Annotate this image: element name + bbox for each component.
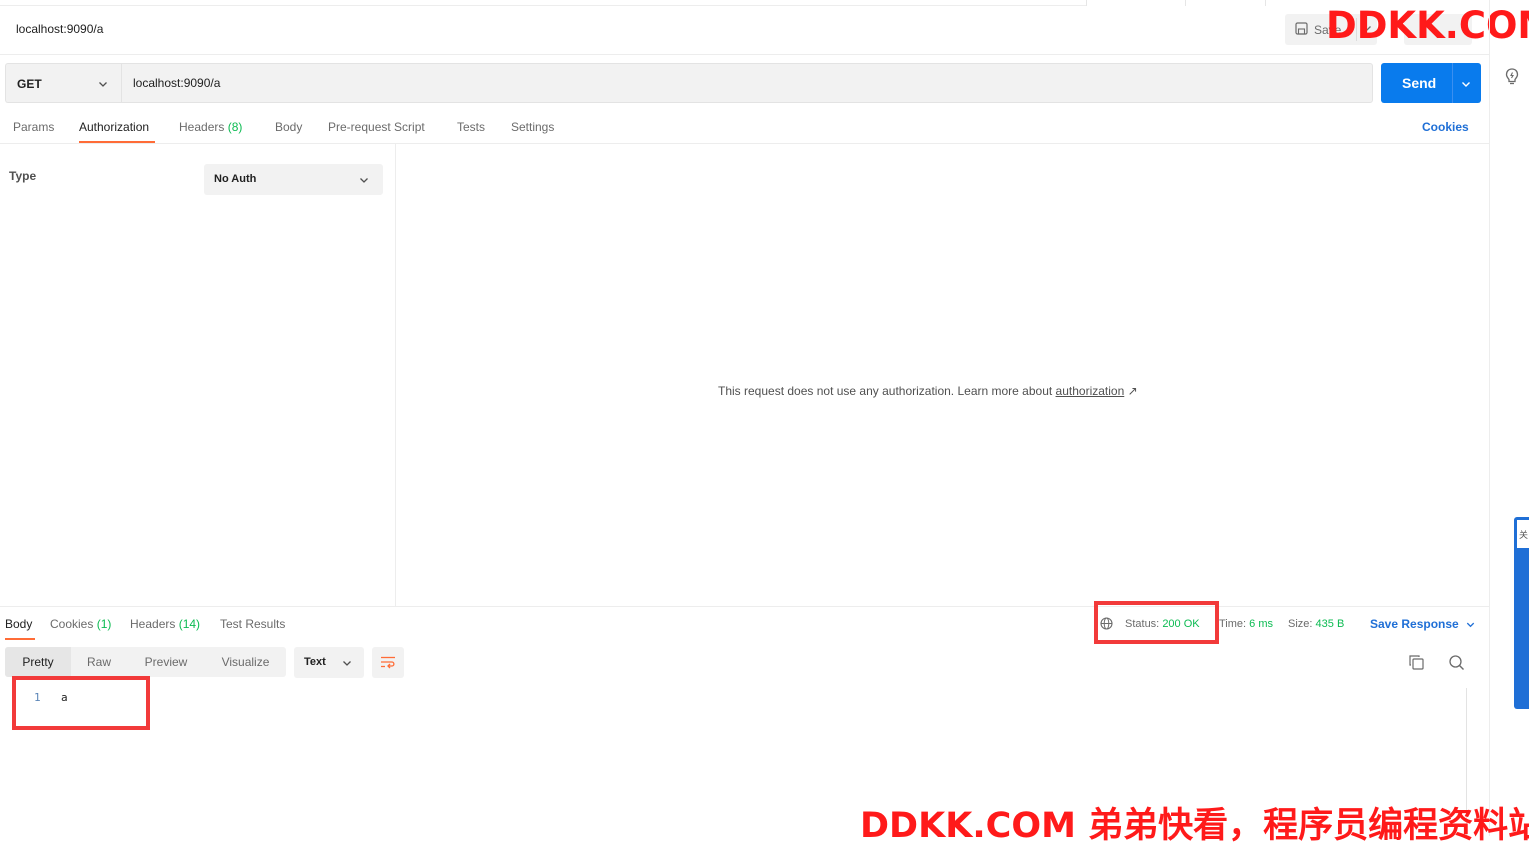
- method-select[interactable]: GET: [5, 63, 121, 103]
- tab-settings[interactable]: Settings: [511, 120, 554, 134]
- response-size[interactable]: Size: 435 B: [1288, 618, 1344, 630]
- status-highlight-box: [1094, 601, 1219, 644]
- tab-params[interactable]: Params: [13, 120, 54, 134]
- tab-tests[interactable]: Tests: [457, 120, 485, 134]
- auth-type-select[interactable]: No Auth: [204, 164, 383, 195]
- response-tab-cookies[interactable]: Cookies (1): [50, 617, 111, 631]
- save-response-label: Save Response: [1370, 617, 1459, 631]
- response-tabs: Body Cookies (1) Headers (14) Test Resul…: [0, 606, 1489, 640]
- tab-pre-request-script[interactable]: Pre-request Script: [328, 120, 425, 134]
- tab-body[interactable]: Body: [275, 120, 302, 134]
- response-format-tabs: Pretty Raw Preview Visualize: [5, 647, 286, 677]
- chevron-down-icon[interactable]: [1460, 77, 1472, 95]
- save-response-button[interactable]: Save Response: [1370, 617, 1476, 631]
- time-value: 6 ms: [1249, 618, 1273, 630]
- footer-watermark: DDKK.COM 弟弟快看，程序员编程资料站: [860, 806, 1529, 846]
- side-floating-widget[interactable]: 关: [1514, 517, 1529, 709]
- format-preview[interactable]: Preview: [127, 647, 205, 677]
- chevron-down-icon: [1462, 617, 1476, 631]
- chevron-down-icon: [341, 657, 353, 672]
- tab-authorization[interactable]: Authorization: [79, 120, 149, 134]
- auth-info-message: This request does not use any authorizat…: [718, 384, 1138, 398]
- url-input[interactable]: [121, 63, 1373, 103]
- method-label: GET: [17, 77, 42, 91]
- side-widget-label: 关: [1517, 520, 1529, 548]
- active-tab-indicator: [79, 141, 155, 143]
- auth-message-text: This request does not use any authorizat…: [718, 384, 1056, 398]
- right-sidebar: [1489, 0, 1529, 836]
- search-icon[interactable]: [1448, 654, 1465, 676]
- cookies-link[interactable]: Cookies: [1422, 120, 1469, 134]
- authorization-docs-link[interactable]: authorization: [1056, 384, 1125, 398]
- response-tab-body[interactable]: Body: [5, 617, 32, 631]
- chevron-down-icon: [97, 78, 109, 93]
- response-type-value: Text: [304, 656, 326, 668]
- tab-strip-slot-2[interactable]: [1186, 0, 1266, 6]
- top-bar: localhost:9090/a Save: [0, 0, 1489, 55]
- size-value: 435 B: [1315, 618, 1345, 630]
- active-response-tab-indicator: [5, 638, 35, 640]
- save-icon: [1295, 21, 1308, 38]
- time-label: Time:: [1219, 618, 1247, 630]
- format-raw[interactable]: Raw: [71, 647, 127, 677]
- lightbulb-icon[interactable]: [1503, 67, 1521, 92]
- send-label: Send: [1402, 75, 1437, 91]
- request-tabs: Params Authorization Headers (8) Body Pr…: [0, 110, 1489, 144]
- body-highlight-box: [12, 676, 150, 730]
- external-link-icon: ↗: [1127, 384, 1138, 398]
- copy-icon[interactable]: [1408, 654, 1425, 676]
- response-headers-label: Headers: [130, 617, 176, 631]
- response-tab-test-results[interactable]: Test Results: [220, 617, 285, 631]
- send-divider: [1452, 63, 1453, 103]
- tab-headers-label: Headers: [179, 120, 225, 134]
- tab-headers-count: (8): [227, 120, 243, 134]
- top-divider: [0, 5, 1086, 6]
- auth-type-label: Type: [9, 169, 37, 183]
- response-type-select[interactable]: Text: [294, 647, 364, 678]
- auth-type-panel: Type No Auth: [0, 144, 396, 606]
- size-label: Size:: [1288, 618, 1313, 630]
- tab-headers[interactable]: Headers (8): [179, 120, 242, 134]
- response-headers-count: (14): [178, 617, 201, 631]
- wrap-lines-button[interactable]: [372, 647, 404, 678]
- request-title[interactable]: localhost:9090/a: [16, 22, 103, 36]
- format-visualize[interactable]: Visualize: [205, 647, 286, 677]
- response-cookies-count: (1): [96, 617, 112, 631]
- auth-type-value: No Auth: [214, 173, 257, 185]
- response-time[interactable]: Time: 6 ms: [1219, 618, 1273, 630]
- chevron-down-icon: [358, 174, 370, 189]
- response-cookies-label: Cookies: [50, 617, 94, 631]
- tab-strip-slot[interactable]: [1086, 0, 1186, 6]
- send-button[interactable]: Send: [1381, 63, 1481, 103]
- format-pretty[interactable]: Pretty: [5, 647, 71, 677]
- response-tab-headers[interactable]: Headers (14): [130, 617, 200, 631]
